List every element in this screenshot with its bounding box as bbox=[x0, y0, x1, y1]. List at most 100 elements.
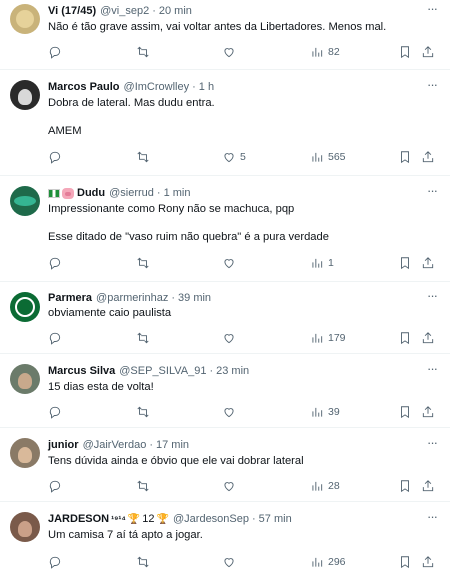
share-button[interactable] bbox=[421, 554, 435, 570]
like-button[interactable] bbox=[222, 44, 240, 60]
like-button[interactable] bbox=[222, 404, 240, 420]
share-button[interactable] bbox=[421, 44, 435, 60]
heart-icon bbox=[224, 259, 234, 269]
author-name[interactable]: Vi (17/45) bbox=[48, 5, 96, 17]
retweet-button[interactable] bbox=[136, 149, 154, 165]
reply-button[interactable] bbox=[48, 44, 66, 60]
author-name[interactable]: Dudu bbox=[77, 187, 105, 199]
author-handle[interactable]: @parmerinhaz bbox=[96, 292, 168, 304]
views-button[interactable]: 179 bbox=[310, 330, 346, 346]
author-name[interactable]: JARDESON bbox=[48, 513, 109, 525]
timestamp[interactable]: 1 h bbox=[199, 81, 214, 93]
more-icon[interactable]: ··· bbox=[424, 78, 440, 96]
heart-icon bbox=[224, 482, 234, 492]
more-icon[interactable]: ··· bbox=[424, 184, 440, 202]
author-name[interactable]: Marcus Silva bbox=[48, 365, 115, 377]
author-name[interactable]: Marcos Paulo bbox=[48, 81, 120, 93]
more-icon[interactable]: ··· bbox=[424, 362, 440, 380]
author-handle[interactable]: @sierrud bbox=[109, 187, 154, 199]
views-button[interactable]: 39 bbox=[310, 404, 340, 420]
retweet-button[interactable] bbox=[136, 554, 154, 570]
retweet-button[interactable] bbox=[136, 404, 154, 420]
author-handle[interactable]: @ImCrowlley bbox=[124, 81, 190, 93]
avatar[interactable] bbox=[10, 512, 40, 542]
timestamp[interactable]: 20 min bbox=[159, 5, 192, 17]
reply-button[interactable] bbox=[48, 149, 66, 165]
timestamp[interactable]: 1 min bbox=[164, 187, 191, 199]
tweet[interactable]: Dudu @sierrud · 1 min ··· Impressionante… bbox=[0, 176, 450, 282]
tweet-text: Impressionante como Rony não se machuca,… bbox=[48, 203, 329, 243]
retweet-button[interactable] bbox=[136, 478, 154, 494]
like-button[interactable] bbox=[222, 330, 240, 346]
timestamp[interactable]: 57 min bbox=[259, 513, 292, 525]
retweet-button[interactable] bbox=[136, 44, 154, 60]
more-icon[interactable]: ··· bbox=[424, 289, 440, 307]
share-button[interactable] bbox=[421, 404, 435, 420]
view-count: 296 bbox=[328, 556, 346, 568]
like-button[interactable]: 5 bbox=[222, 149, 246, 165]
retweet-button[interactable] bbox=[136, 330, 154, 346]
bookmark-button[interactable] bbox=[398, 44, 412, 60]
views-button[interactable]: 82 bbox=[310, 44, 340, 60]
tweet[interactable]: Vi (17/45) @vi_sep2 · 20 min ··· Não é t… bbox=[0, 0, 450, 70]
share-button[interactable] bbox=[421, 255, 435, 271]
tweet[interactable]: Parmera @parmerinhaz · 39 min ··· obviam… bbox=[0, 282, 450, 354]
author-name[interactable]: junior bbox=[48, 439, 79, 451]
share-icon bbox=[422, 406, 434, 418]
author-handle[interactable]: @JairVerdao bbox=[83, 439, 147, 451]
reply-button[interactable] bbox=[48, 554, 66, 570]
views-button[interactable]: 296 bbox=[310, 554, 346, 570]
author-handle[interactable]: @vi_sep2 bbox=[100, 5, 149, 17]
reply-button[interactable] bbox=[48, 330, 66, 346]
bookmark-button[interactable] bbox=[398, 404, 412, 420]
bookmark-icon bbox=[401, 556, 409, 569]
like-button[interactable] bbox=[222, 478, 240, 494]
views-button[interactable]: 28 bbox=[310, 478, 340, 494]
views-icon bbox=[312, 258, 323, 268]
reply-button[interactable] bbox=[48, 404, 66, 420]
like-button[interactable] bbox=[222, 255, 240, 271]
more-icon[interactable]: ··· bbox=[424, 436, 440, 454]
reply-button[interactable] bbox=[48, 478, 66, 494]
share-button[interactable] bbox=[421, 330, 435, 346]
reply-button[interactable] bbox=[48, 255, 66, 271]
author-handle[interactable]: @JardesonSep bbox=[173, 513, 249, 525]
tweet[interactable]: Marcus Silva @SEP_SILVA_91 · 23 min ··· … bbox=[0, 354, 450, 428]
heart-icon bbox=[224, 334, 234, 344]
bookmark-button[interactable] bbox=[398, 255, 412, 271]
bookmark-button[interactable] bbox=[398, 554, 412, 570]
author-name[interactable]: Parmera bbox=[48, 292, 92, 304]
nigeria-flag-icon bbox=[48, 188, 60, 198]
like-button[interactable] bbox=[222, 554, 240, 570]
bookmark-icon bbox=[401, 480, 409, 493]
tweet[interactable]: junior @JairVerdao · 17 min ··· Tens dúv… bbox=[0, 428, 450, 502]
avatar[interactable] bbox=[10, 292, 40, 322]
retweet-icon bbox=[137, 480, 149, 492]
avatar[interactable] bbox=[10, 80, 40, 110]
reply-icon bbox=[49, 46, 61, 59]
avatar[interactable] bbox=[10, 364, 40, 394]
retweet-icon bbox=[137, 257, 149, 269]
bookmark-button[interactable] bbox=[398, 330, 412, 346]
tweet[interactable]: Marcos Paulo @ImCrowlley · 1 h ··· Dobra… bbox=[0, 70, 450, 176]
view-count: 82 bbox=[328, 46, 340, 58]
tweet-actions: 5 565 bbox=[48, 149, 443, 165]
bookmark-button[interactable] bbox=[398, 149, 412, 165]
avatar[interactable] bbox=[10, 438, 40, 468]
timestamp[interactable]: 39 min bbox=[178, 292, 211, 304]
bookmark-button[interactable] bbox=[398, 478, 412, 494]
avatar[interactable] bbox=[10, 186, 40, 216]
timestamp[interactable]: 23 min bbox=[216, 365, 249, 377]
tweet-actions: 1 bbox=[48, 255, 443, 271]
views-button[interactable]: 1 bbox=[310, 255, 334, 271]
retweet-button[interactable] bbox=[136, 255, 154, 271]
author-handle[interactable]: @SEP_SILVA_91 bbox=[119, 365, 206, 377]
share-button[interactable] bbox=[421, 478, 435, 494]
tweet[interactable]: JARDESON ¹⁹¹⁴ 🏆 12 🏆 @JardesonSep · 57 m… bbox=[0, 502, 450, 587]
more-icon[interactable]: ··· bbox=[424, 510, 440, 528]
share-button[interactable] bbox=[421, 149, 435, 165]
views-button[interactable]: 565 bbox=[310, 149, 346, 165]
avatar[interactable] bbox=[10, 4, 40, 34]
more-icon[interactable]: ··· bbox=[424, 2, 440, 20]
timestamp[interactable]: 17 min bbox=[156, 439, 189, 451]
